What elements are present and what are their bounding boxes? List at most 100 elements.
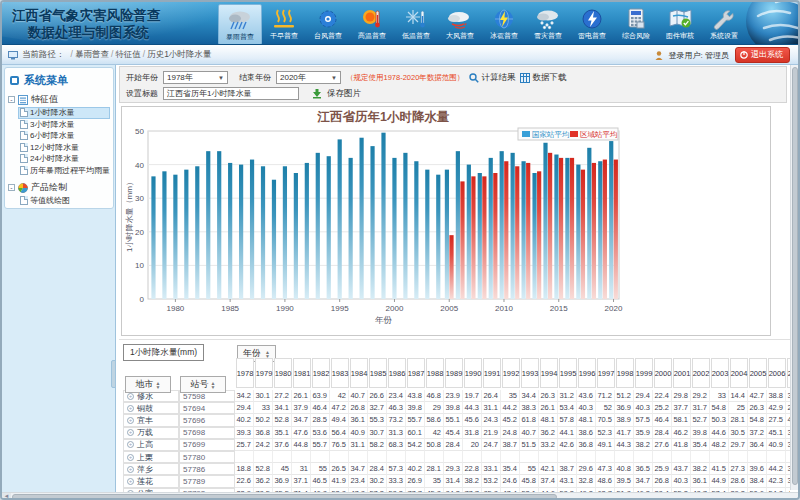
breadcrumb-item[interactable]: 暴雨普查 [75,49,109,59]
year-header-1992[interactable]: 1992 [502,358,520,388]
collapse-icon[interactable]: - [8,184,15,191]
station-name-cell[interactable]: +万载 [123,427,179,439]
expand-toggle-icon[interactable]: + [127,454,134,461]
year-header-1998[interactable]: 1998 [616,358,634,388]
year-header-1978[interactable]: 1978 [236,358,254,388]
value-cell: 53.6 [311,427,330,439]
station-name-cell[interactable]: +上高 [123,439,179,451]
year-header-1982[interactable]: 1982 [312,358,330,388]
menu-item-24小时降水量[interactable]: 24小时降水量 [18,153,110,165]
document-icon [20,120,28,129]
year-header-1979[interactable]: 1979 [255,358,273,388]
svg-text:2015: 2015 [550,304,568,313]
city-sort-control[interactable]: 地市 ▲▼ [125,376,171,393]
year-header-2003[interactable]: 2003 [711,358,729,388]
value-cell: 33.2 [539,439,558,451]
year-range-note: （规定使用1978-2020年数据范围） [346,73,464,83]
station-sort-control[interactable]: 站号 ▲▼ [180,376,226,393]
year-header-1993[interactable]: 1993 [521,358,539,388]
nav-item-6[interactable]: 大风普查 [438,4,482,45]
nav-item-8[interactable]: 雪灾普查 [526,4,570,45]
year-header-2006[interactable]: 2006 [768,358,786,388]
chart-title-input[interactable]: 江西省历年1小时降水量 [163,87,299,100]
nav-item-7[interactable]: 冰雹普查 [482,4,526,45]
year-header-1986[interactable]: 1986 [388,358,406,388]
menu-item-12小时降水量[interactable]: 12小时降水量 [18,142,110,154]
year-header-1995[interactable]: 1995 [559,358,577,388]
value-cell: 31.7 [691,402,710,414]
sidebar-collapse-handle[interactable] [111,360,116,388]
station-id-cell: 57780 [179,451,235,463]
station-name-cell[interactable]: +莲花 [123,475,179,487]
year-header-1989[interactable]: 1989 [445,358,463,388]
value-cell: 48.6 [596,475,615,487]
value-cell: 57.8 [558,414,577,426]
year-header-2001[interactable]: 2001 [673,358,691,388]
expand-toggle-icon[interactable]: + [127,417,134,424]
station-name-cell[interactable]: +萍乡 [123,463,179,475]
nav-item-12[interactable]: 系统设置 [702,4,746,45]
year-header-2004[interactable]: 2004 [730,358,748,388]
value-cell: 38.3 [520,402,539,414]
year-header-1987[interactable]: 1987 [407,358,425,388]
year-header-1996[interactable]: 1996 [578,358,596,388]
value-cell [330,451,349,463]
start-year-select[interactable]: 1978年▼ [163,71,228,84]
nav-item-2[interactable]: 干旱普查 [262,4,306,45]
nav-item-1[interactable]: 暴雨普查 [218,4,262,45]
year-header-1994[interactable]: 1994 [540,358,558,388]
vertical-scrollbar[interactable] [790,65,798,490]
nav-item-9[interactable]: 雷电普查 [570,4,614,45]
tree-node-row[interactable]: -特征值 [8,93,110,106]
menu-item-历年暴雨过程平均雨量[interactable]: 历年暴雨过程平均雨量 [18,165,110,177]
menu-item-label: 历年暴雨过程平均雨量 [30,165,110,176]
station-name-cell[interactable]: +铜鼓 [123,402,179,414]
menu-tree: -特征值1小时降水量3小时降水量6小时降水量12小时降水量24小时降水量历年暴雨… [8,93,110,207]
expand-toggle-icon[interactable]: + [127,441,134,448]
logout-button[interactable]: 退出系统 [735,47,790,63]
download-button[interactable]: 数据下载 [520,72,566,84]
collapse-icon[interactable]: - [8,96,15,103]
year-header-1990[interactable]: 1990 [464,358,482,388]
year-header-1981[interactable]: 1981 [293,358,311,388]
year-header-2000[interactable]: 2000 [654,358,672,388]
year-header-1983[interactable]: 1983 [331,358,349,388]
nav-item-label: 大风普查 [446,31,474,41]
year-header-1991[interactable]: 1991 [483,358,501,388]
year-header-1984[interactable]: 1984 [350,358,368,388]
expand-toggle-icon[interactable]: + [127,478,134,485]
station-name-cell[interactable]: +上栗 [123,451,179,463]
save-image-button[interactable]: 保存图片 [327,88,361,100]
year-header-1980[interactable]: 1980 [274,358,292,388]
year-header-2005[interactable]: 2005 [749,358,767,388]
nav-item-11[interactable]: 图件审核 [658,4,702,45]
tree-node-row[interactable]: -产品绘制 [8,181,110,194]
year-header-2002[interactable]: 2002 [692,358,710,388]
menu-item-1小时降水量[interactable]: 1小时降水量 [18,107,110,119]
calculate-button[interactable]: 计算结果 [469,72,515,84]
nav-item-10[interactable]: 综合风险 [614,4,658,45]
scroll-left-arrow[interactable]: ◄ [2,493,11,500]
expand-toggle-icon[interactable]: + [127,466,134,473]
menu-item-6小时降水量[interactable]: 6小时降水量 [18,130,110,142]
expand-toggle-icon[interactable]: + [127,429,134,436]
horizontal-scrollbar[interactable]: ◄ [2,492,798,499]
year-header-1999[interactable]: 1999 [635,358,653,388]
menu-item-3小时降水量[interactable]: 3小时降水量 [18,119,110,131]
station-name-cell[interactable]: +宜丰 [123,414,179,426]
expand-toggle-icon[interactable]: + [127,393,134,400]
end-year-select[interactable]: 2020年▼ [276,71,341,84]
menu-item-等值线绘图[interactable]: 等值线绘图 [18,195,110,207]
year-header-1985[interactable]: 1985 [369,358,387,388]
year-header-1997[interactable]: 1997 [597,358,615,388]
expand-toggle-icon[interactable]: + [127,405,134,412]
breadcrumb-item[interactable]: 历史1小时降水量 [147,49,211,59]
breadcrumb-item[interactable]: 特征值 [115,49,141,59]
vertical-scrollbar-thumb[interactable] [792,67,798,485]
nav-item-5[interactable]: 低温普查 [394,4,438,45]
year-header-1988[interactable]: 1988 [426,358,444,388]
horizontal-scrollbar-thumb[interactable] [12,494,557,500]
feature-list-icon [18,95,28,105]
nav-item-4[interactable]: 高温普查 [350,4,394,45]
nav-item-3[interactable]: 台风普查 [306,4,350,45]
